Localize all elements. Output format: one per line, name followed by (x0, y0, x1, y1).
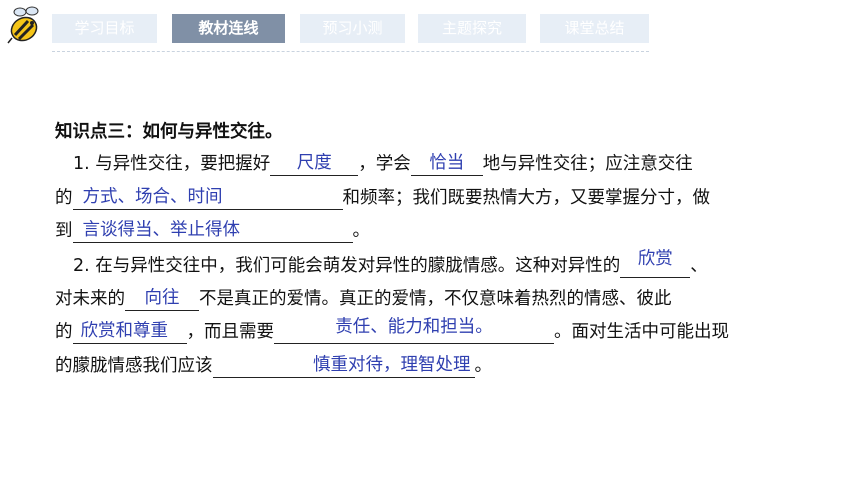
text-segment: 不是真正的爱情。真正的爱情，不仅意味着热烈的情感、彼此 (199, 289, 672, 309)
section-heading: 知识点三：如何与异性交往。 (55, 122, 283, 142)
answer-text: 欣赏和尊重 (80, 321, 169, 341)
text-segment: ，而且需要 (186, 322, 275, 342)
tab-bar: 学习目标 教材连线 预习小测 主题探究 课堂总结 (52, 14, 649, 54)
text-line-1: 1. 与异性交往，要把握好 尺度 ，学会 恰当 地与异性交往；应注意交往 (73, 152, 693, 176)
answer-text: 慎重对待，理智处理 (313, 355, 471, 375)
text-line-2: 的方式、场合、时间 和频率；我们既要热情大方，又要掌握分寸，做 (55, 186, 710, 210)
tab-learning-goals[interactable]: 学习目标 (52, 14, 157, 43)
answer-blank-7: 欣赏和尊重 (72, 321, 187, 344)
text-segment: 到 (55, 221, 73, 241)
text-line-3: 到言谈得当、举止得体 。 (55, 219, 370, 243)
bee-mascot-icon (7, 6, 39, 44)
text-segment: 的 (55, 322, 73, 342)
text-segment: 对未来的 (55, 289, 125, 309)
text-line-4: 2. 在与异性交往中，我们可能会萌发对异性的朦胧情感。这种对异性的 欣赏、 (73, 249, 708, 278)
answer-text: 言谈得当、举止得体 (82, 220, 241, 240)
text-segment: 。 (474, 356, 493, 376)
answer-blank-2: 恰当 (410, 153, 483, 176)
text-line-7: 的朦胧情感我们应该 慎重对待，理智处理。 (55, 354, 492, 378)
text-segment: 的 (55, 188, 73, 208)
answer-blank-5: 欣赏 (620, 249, 691, 278)
answer-blank-4: 言谈得当、举止得体 (72, 220, 353, 243)
text-segment: ，学会 (358, 154, 411, 174)
answer-text: 责任、能力和担当。 (335, 317, 493, 337)
answer-text: 方式、场合、时间 (82, 187, 223, 207)
tab-topic-inquiry[interactable]: 主题探究 (418, 14, 526, 43)
answer-text: 恰当 (429, 153, 465, 173)
answer-blank-1: 尺度 (270, 153, 359, 176)
answer-text: 尺度 (296, 153, 332, 173)
answer-text: 欣赏 (637, 249, 673, 269)
text-segment: 地与异性交往；应注意交往 (482, 154, 693, 174)
text-segment: 。 (352, 221, 371, 241)
tab-preview-quiz[interactable]: 预习小测 (300, 14, 405, 43)
answer-text: 向往 (144, 288, 180, 308)
answer-blank-3: 方式、场合、时间 (72, 187, 343, 210)
text-line-5: 对未来的 向往 不是真正的爱情。真正的爱情，不仅意味着热烈的情感、彼此 (55, 287, 672, 311)
tab-textbook-link[interactable]: 教材连线 (172, 14, 285, 43)
tab-class-summary[interactable]: 课堂总结 (540, 14, 649, 43)
text-segment: 、 (690, 256, 708, 276)
answer-blank-8: 责任、能力和担当。 (274, 317, 554, 344)
text-segment: 的朦胧情感我们应该 (55, 356, 213, 376)
answer-blank-6: 向往 (125, 288, 199, 311)
text-segment: 。面对生活中可能出现 (554, 322, 729, 342)
text-line-6: 的欣赏和尊重 ，而且需要 责任、能力和担当。 。面对生活中可能出现 (55, 317, 729, 344)
text-segment: 1. 与异性交往，要把握好 (73, 154, 271, 174)
text-segment: 2. 在与异性交往中，我们可能会萌发对异性的朦胧情感。这种对异性的 (73, 256, 621, 276)
text-segment: 和频率；我们既要热情大方，又要掌握分寸，做 (342, 188, 711, 208)
tab-divider (52, 51, 649, 52)
answer-blank-9: 慎重对待，理智处理 (212, 355, 475, 378)
